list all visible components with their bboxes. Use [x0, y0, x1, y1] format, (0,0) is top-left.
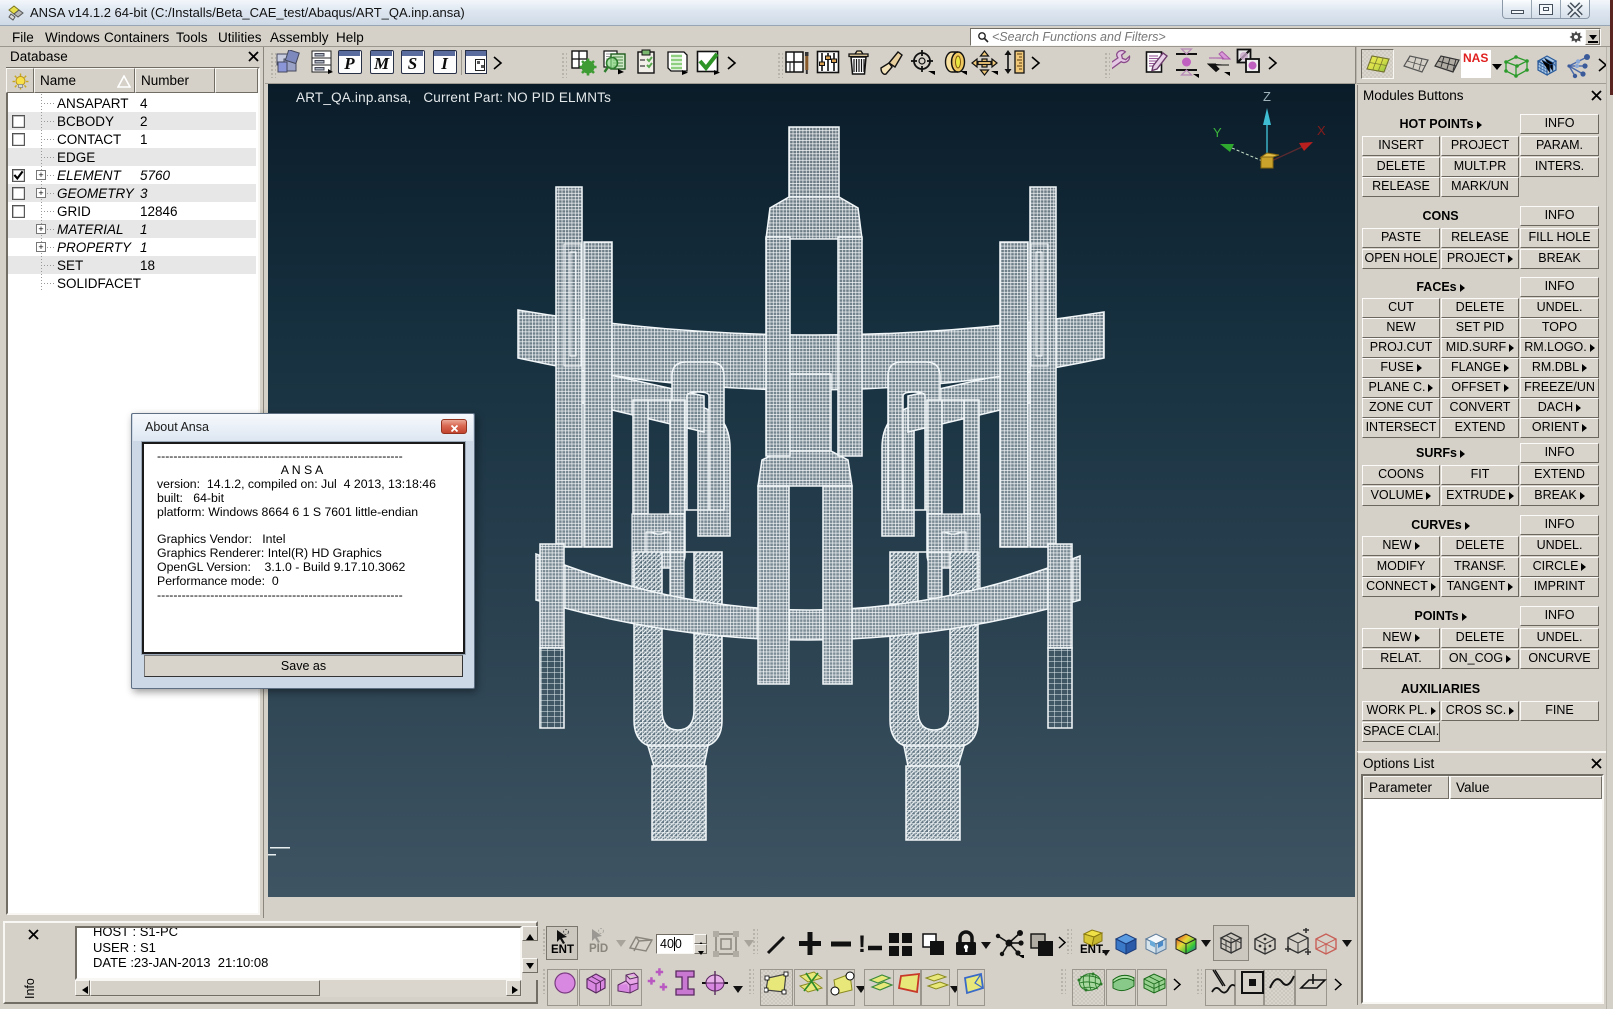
- svg-text:Z: Z: [1263, 89, 1271, 104]
- svg-text:!: !: [858, 932, 866, 956]
- svg-text:Y: Y: [1213, 125, 1222, 140]
- svg-text:X: X: [1317, 123, 1326, 138]
